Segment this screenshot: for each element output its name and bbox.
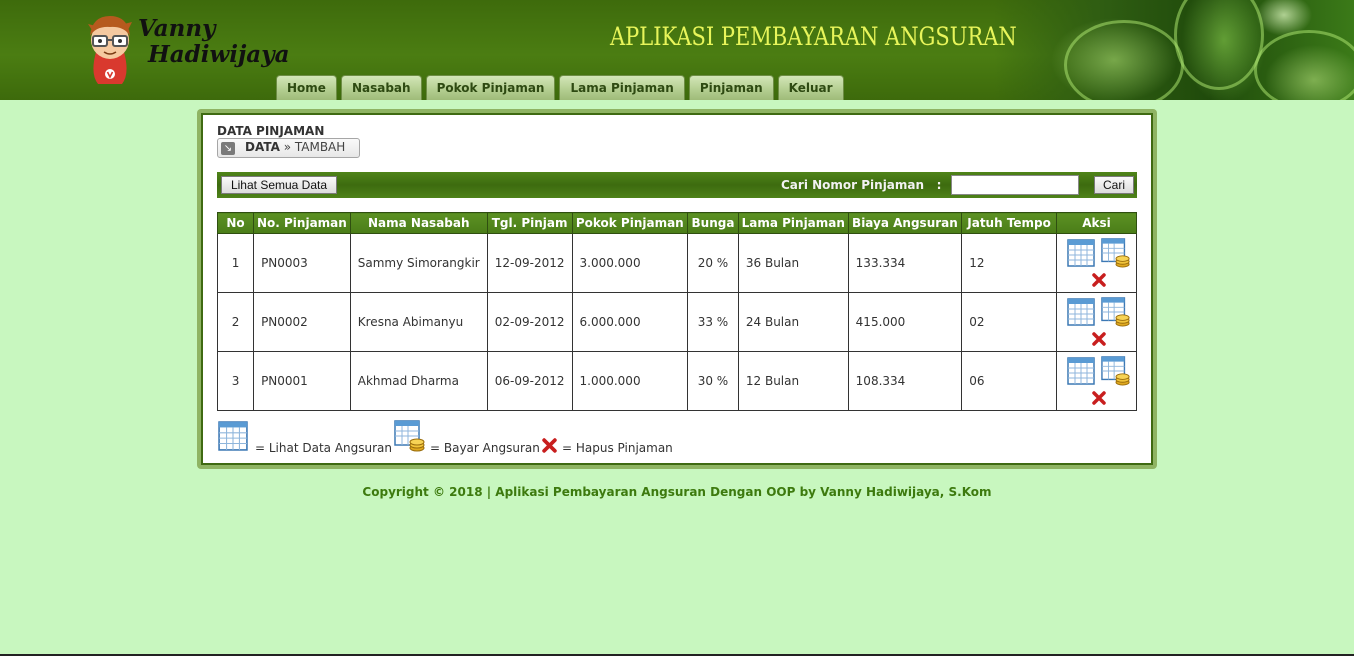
cell-lama-pinjaman: 12 Bulan: [737, 351, 849, 411]
nav-lama-pinjaman[interactable]: Lama Pinjaman: [559, 75, 685, 100]
nav-keluar[interactable]: Keluar: [777, 75, 844, 100]
loan-table: No No. Pinjaman Nama Nasabah Tgl. Pinjam…: [216, 212, 1138, 411]
cell-pokok-pinjaman: 1.000.000: [571, 351, 689, 411]
cell-nama-nasabah: Sammy Simorangkir: [349, 233, 488, 293]
table-row: 2 PN0002 Kresna Abimanyu 02-09-2012 6.000.00…: [216, 292, 1138, 352]
cell-no: 3: [216, 351, 255, 411]
pay-installment-icon[interactable]: [1101, 297, 1131, 327]
logo-line-1: Vanny: [138, 15, 216, 42]
col-header-aksi: Aksi: [1055, 212, 1138, 234]
nav-pokok-pinjaman[interactable]: Pokok Pinjaman: [425, 75, 556, 100]
pay-installment-icon[interactable]: [1101, 238, 1131, 268]
search-label: Cari Nomor Pinjaman :: [781, 178, 942, 192]
cell-tgl-pinjam: 02-09-2012: [486, 292, 573, 352]
arrow-icon: ↘: [221, 142, 235, 155]
header: Vanny Hadiwijaya APLIKASI PEMBAYARAN ANG…: [0, 0, 1354, 100]
row-actions: [1057, 355, 1136, 407]
cell-bunga: 33 %: [687, 292, 739, 352]
view-installments-icon[interactable]: [1067, 357, 1095, 385]
col-header-biaya-angsuran: Biaya Angsuran: [847, 212, 963, 234]
cell-pokok-pinjaman: 6.000.000: [571, 292, 689, 352]
footer-copyright: Copyright © 2018 | Aplikasi Pembayaran A…: [362, 485, 992, 499]
breadcrumb-separator: »: [283, 140, 292, 154]
nav-pinjaman[interactable]: Pinjaman: [688, 75, 774, 100]
delete-loan-icon[interactable]: [1092, 391, 1106, 405]
col-header-nama-nasabah: Nama Nasabah: [349, 212, 488, 234]
col-header-lama-pinjaman: Lama Pinjaman: [737, 212, 849, 234]
cell-jatuh-tempo: 06: [961, 351, 1057, 411]
cell-aksi: [1055, 351, 1138, 411]
red-x-icon: [542, 438, 557, 453]
search-button[interactable]: Cari: [1094, 176, 1134, 194]
legend-delete-text: = Hapus Pinjaman: [562, 441, 673, 455]
delete-loan-icon[interactable]: [1092, 332, 1106, 346]
table-row: 1 PN0003 Sammy Simorangkir 12-09-2012 3.000.…: [216, 233, 1138, 293]
view-installments-icon[interactable]: [1067, 298, 1095, 326]
logo-text: Vanny Hadiwijaya: [138, 16, 289, 68]
col-header-tgl-pinjam: Tgl. Pinjam: [486, 212, 573, 234]
legend-view-text: = Lihat Data Angsuran: [255, 441, 393, 455]
col-header-no: No: [216, 212, 255, 234]
app-title: APLIKASI PEMBAYARAN ANGSURAN: [610, 22, 1017, 51]
breadcrumb: ↘ DATA » TAMBAH: [217, 138, 360, 158]
cell-no: 1: [216, 233, 255, 293]
col-header-bunga: Bunga: [687, 212, 739, 234]
cell-jatuh-tempo: 02: [961, 292, 1057, 352]
table-header-row: No No. Pinjaman Nama Nasabah Tgl. Pinjam…: [216, 212, 1138, 234]
cell-biaya-angsuran: 133.334: [847, 233, 963, 293]
cell-tgl-pinjam: 12-09-2012: [486, 233, 573, 293]
main-nav: Home Nasabah Pokok Pinjaman Lama Pinjama…: [276, 75, 844, 100]
row-actions: [1057, 296, 1136, 348]
cell-aksi: [1055, 292, 1138, 352]
col-header-jatuh-tempo: Jatuh Tempo: [961, 212, 1057, 234]
header-decoration: [994, 0, 1354, 100]
cell-nama-nasabah: Akhmad Dharma: [349, 351, 488, 411]
row-actions: [1057, 237, 1136, 289]
cell-nama-nasabah: Kresna Abimanyu: [349, 292, 488, 352]
col-header-pokok-pinjaman: Pokok Pinjaman: [571, 212, 689, 234]
view-installments-icon[interactable]: [1067, 239, 1095, 267]
cell-no: 2: [216, 292, 255, 352]
nav-home[interactable]: Home: [276, 75, 337, 100]
table-coins-icon: [394, 420, 425, 452]
cell-bunga: 20 %: [687, 233, 739, 293]
pay-installment-icon[interactable]: [1101, 356, 1131, 386]
page-title: DATA PINJAMAN: [217, 124, 325, 138]
table-row: 3 PN0001 Akhmad Dharma 06-09-2012 1.000.000 3…: [216, 351, 1138, 411]
table-icon: [218, 421, 248, 451]
cell-jatuh-tempo: 12: [961, 233, 1057, 293]
cell-aksi: [1055, 233, 1138, 293]
cell-lama-pinjaman: 24 Bulan: [737, 292, 849, 352]
cell-tgl-pinjam: 06-09-2012: [486, 351, 573, 411]
cell-biaya-angsuran: 415.000: [847, 292, 963, 352]
cell-no-pinjaman: PN0003: [253, 233, 351, 293]
view-all-button[interactable]: Lihat Semua Data: [221, 176, 337, 194]
legend: = Lihat Data Angsuran = Bayar Angsuran =…: [217, 420, 737, 456]
cell-lama-pinjaman: 36 Bulan: [737, 233, 849, 293]
breadcrumb-text: DATA » TAMBAH: [245, 140, 345, 154]
nav-nasabah[interactable]: Nasabah: [340, 75, 422, 100]
legend-pay-text: = Bayar Angsuran: [430, 441, 540, 455]
cell-biaya-angsuran: 108.334: [847, 351, 963, 411]
search-input[interactable]: [951, 175, 1079, 195]
cell-bunga: 30 %: [687, 351, 739, 411]
breadcrumb-link-tambah[interactable]: TAMBAH: [295, 140, 345, 154]
avatar-logo-icon: [88, 16, 132, 84]
breadcrumb-current: DATA: [245, 140, 280, 154]
delete-loan-icon[interactable]: [1092, 273, 1106, 287]
logo-line-2: Hadiwijaya: [148, 41, 290, 68]
cell-no-pinjaman: PN0002: [253, 292, 351, 352]
col-header-no-pinjaman: No. Pinjaman: [253, 212, 351, 234]
cell-no-pinjaman: PN0001: [253, 351, 351, 411]
cell-pokok-pinjaman: 3.000.000: [571, 233, 689, 293]
